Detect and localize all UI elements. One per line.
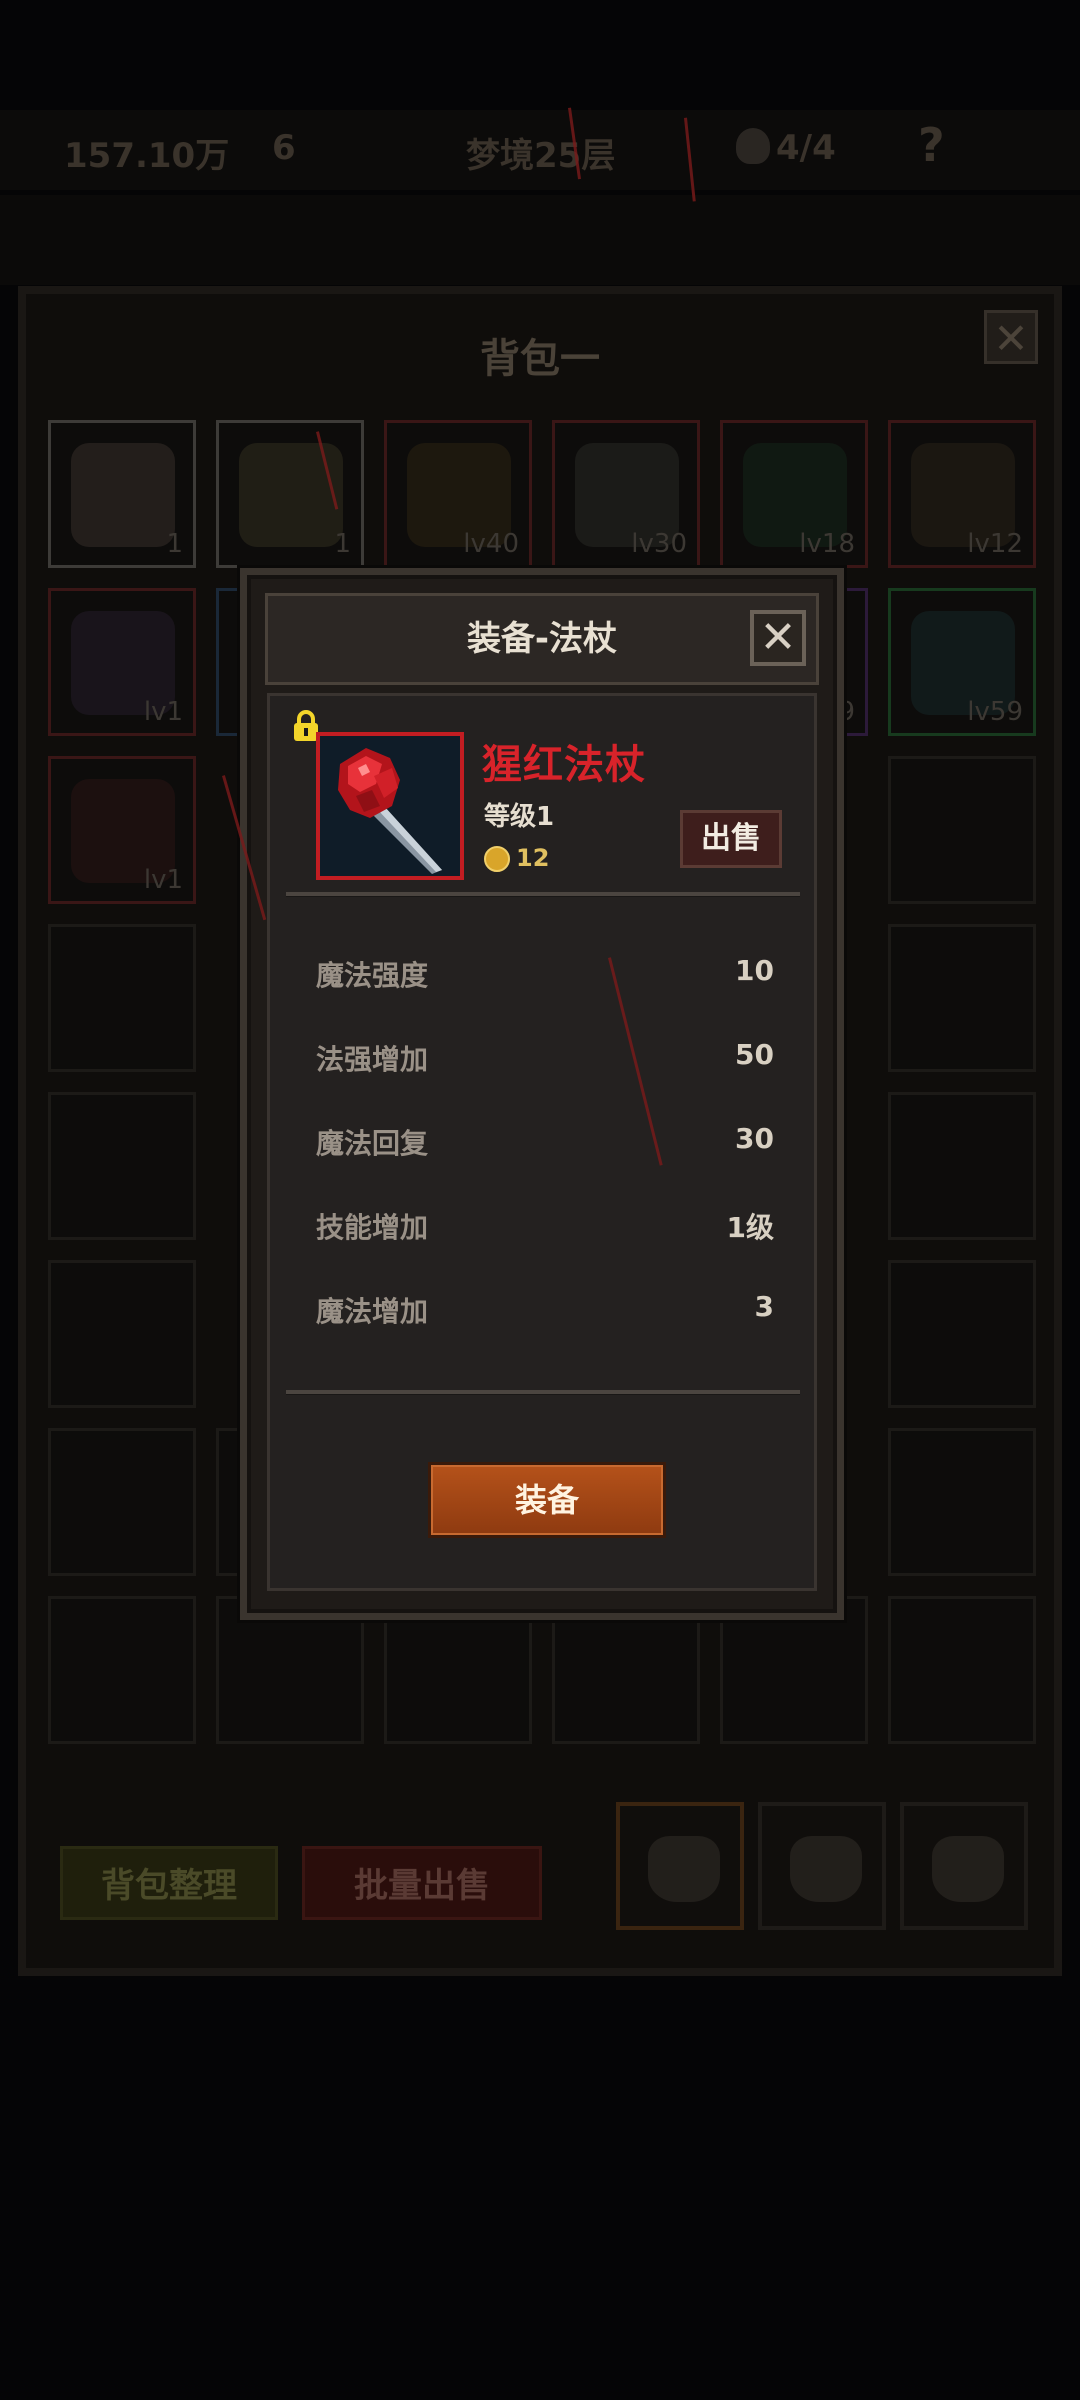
bag-tab-1[interactable] [616, 1802, 744, 1930]
bag-tab-3[interactable] [900, 1802, 1028, 1930]
character-strip [0, 195, 1080, 285]
stat-label: 魔法增加 [316, 1295, 429, 1328]
stat-row: 魔法增加 3 [316, 1290, 774, 1340]
stat-label: 法强增加 [316, 1043, 429, 1076]
item-level: 等级1 [484, 802, 555, 832]
slot-level: lv59 [967, 697, 1023, 727]
stat-value: 50 [735, 1038, 774, 1071]
bag-slot[interactable]: lv1 [48, 756, 196, 904]
bag-slot[interactable]: lv18 [720, 420, 868, 568]
bag-tab-2[interactable] [758, 1802, 886, 1930]
gem-amount: 6 [272, 128, 296, 168]
slot-level: lv40 [463, 529, 519, 559]
stat-value: 30 [735, 1122, 774, 1155]
bag-slot[interactable]: lv40 [384, 420, 532, 568]
gold-amount: 157.10万 [64, 136, 230, 176]
bag-slot[interactable] [48, 1092, 196, 1240]
item-icon-frame [316, 732, 464, 880]
kill-counter: 4/4 [776, 128, 836, 168]
slot-level: lv30 [631, 529, 687, 559]
stat-label: 魔法强度 [316, 959, 429, 992]
bag-close-button[interactable]: ✕ [984, 310, 1038, 364]
bag-slot[interactable]: lv1 [48, 588, 196, 736]
dialog-header: 装备-法杖 ✕ [265, 593, 819, 685]
bag-slot[interactable] [888, 1596, 1036, 1744]
crimson-staff-icon [320, 736, 460, 876]
dialog-title: 装备-法杖 [466, 619, 618, 659]
equip-button[interactable]: 装备 [428, 1462, 666, 1538]
stat-value: 10 [735, 954, 774, 987]
bag-slot[interactable]: lv12 [888, 420, 1036, 568]
bag-slot[interactable] [48, 1596, 196, 1744]
top-resource-bar: 157.10万 6 梦境25层 4/4 ? [0, 110, 1080, 272]
sort-bag-button[interactable]: 背包整理 [60, 1846, 278, 1920]
bag-slot[interactable] [888, 1260, 1036, 1408]
bag-slot[interactable]: 1 [216, 420, 364, 568]
bag-slot[interactable] [888, 1092, 1036, 1240]
slot-level: lv1 [143, 865, 183, 895]
gold-coin-icon [484, 846, 510, 872]
backpack-icon [790, 1836, 862, 1902]
equipment-detail-dialog: 装备-法杖 ✕ 猩红法杖 等级1 12 出售 魔法强度 10 法强增加 50 魔… [240, 568, 844, 1620]
bag-slot[interactable]: 1 [48, 420, 196, 568]
stat-label: 魔法回复 [316, 1127, 429, 1160]
slot-level: lv18 [799, 529, 855, 559]
bag-slot[interactable]: lv59 [888, 588, 1036, 736]
bag-slot[interactable] [888, 924, 1036, 1072]
bag-slot[interactable] [888, 756, 1036, 904]
backpack-icon [932, 1836, 1004, 1902]
stat-value: 1级 [726, 1211, 774, 1244]
slot-level: lv12 [967, 529, 1023, 559]
backpack-icon [648, 1836, 720, 1902]
bag-slot[interactable] [48, 924, 196, 1072]
bag-slot[interactable]: lv30 [552, 420, 700, 568]
stat-label: 技能增加 [316, 1211, 429, 1244]
item-price: 12 [516, 844, 550, 872]
dialog-body: 猩红法杖 等级1 12 出售 魔法强度 10 法强增加 50 魔法回复 30 技… [267, 693, 817, 1591]
bag-slot[interactable] [48, 1428, 196, 1576]
stat-row: 魔法强度 10 [316, 954, 774, 1004]
help-button[interactable]: ? [918, 118, 945, 172]
bag-slot[interactable] [48, 1260, 196, 1408]
bulk-sell-button[interactable]: 批量出售 [302, 1846, 542, 1920]
divider-bottom [286, 1390, 800, 1395]
slot-count: 1 [334, 529, 351, 559]
divider-top [286, 892, 800, 897]
stat-row: 法强增加 50 [316, 1038, 774, 1088]
close-button[interactable]: ✕ [750, 610, 806, 666]
sell-button[interactable]: 出售 [680, 810, 782, 868]
stat-row: 魔法回复 30 [316, 1122, 774, 1172]
stat-row: 技能增加 1级 [316, 1206, 774, 1256]
beer-mug-icon [239, 443, 343, 547]
skull-icon [736, 128, 770, 164]
bag-title: 背包一 [480, 336, 600, 382]
stage-label: 梦境25层 [466, 136, 616, 176]
slot-count: 1 [166, 529, 183, 559]
slot-level: lv1 [143, 697, 183, 727]
cake-icon [71, 443, 175, 547]
bag-slot[interactable] [888, 1428, 1036, 1576]
item-name: 猩红法杖 [482, 742, 646, 788]
stat-value: 3 [754, 1290, 774, 1323]
